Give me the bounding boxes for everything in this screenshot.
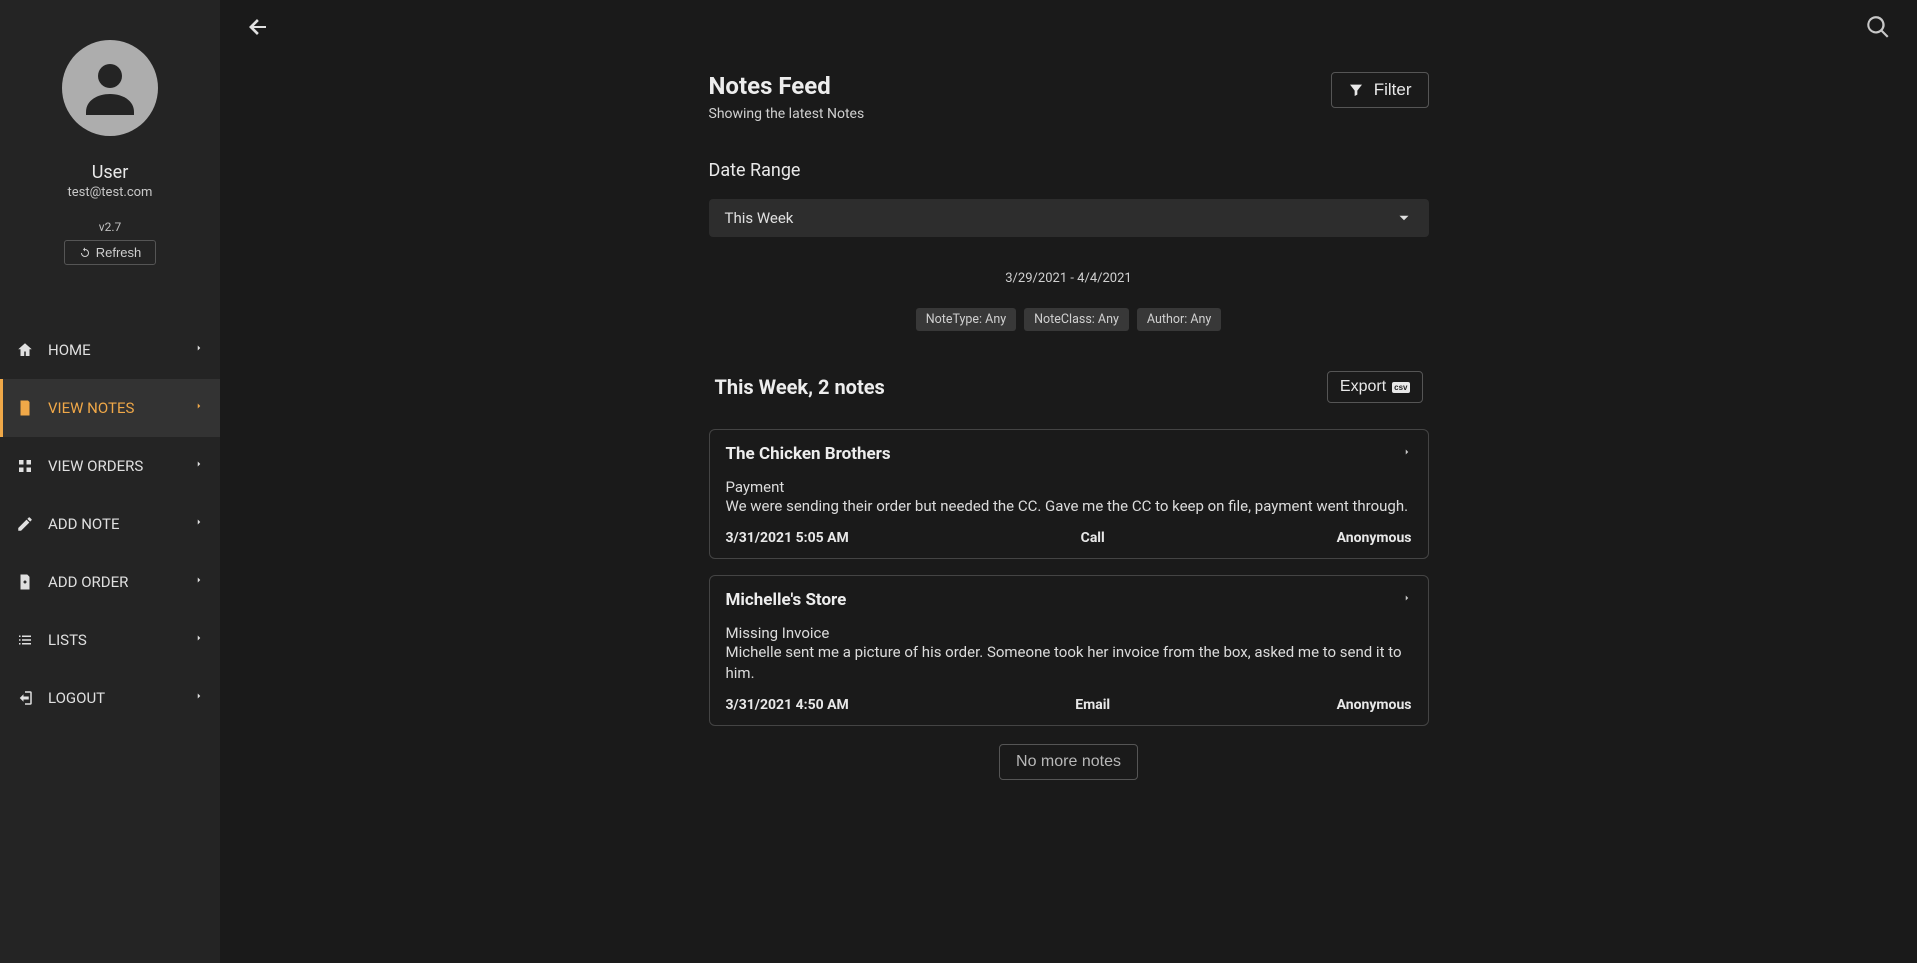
main: Notes Feed Showing the latest Notes Filt… [220,0,1917,963]
sidebar-nav: HOME VIEW NOTES VIEW ORDERS ADD NOTE ADD ORD… [0,321,220,727]
note-body: We were sending their order but needed t… [726,496,1412,516]
sidebar-item-lists[interactable]: LISTS [0,611,220,669]
note-title: Michelle's Store [726,590,847,610]
note-date: 3/31/2021 5:05 AM [726,530,849,546]
notes-icon [16,399,34,417]
note-card[interactable]: Michelle's Store Missing InvoiceMichelle … [709,575,1429,726]
note-card[interactable]: The Chicken Brothers PaymentWe were sendi… [709,429,1429,559]
orders-icon [16,457,34,475]
note-title: The Chicken Brothers [726,444,891,464]
filter-icon [1348,82,1364,98]
home-icon [16,341,34,359]
logout-icon [16,689,34,707]
export-label: Export [1340,378,1386,396]
chevron-right-icon [194,573,204,591]
note-body: Michelle sent me a picture of his order.… [726,642,1412,683]
page-header: Notes Feed Showing the latest Notes Filt… [709,72,1429,122]
add-note-icon [16,515,34,533]
note-subtitle: Payment [726,478,1412,496]
refresh-button[interactable]: Refresh [64,240,157,265]
date-range-label: Date Range [709,160,1429,181]
sidebar-item-label: VIEW NOTES [48,399,194,417]
note-type: Email [1075,697,1110,713]
chevron-right-icon [194,689,204,707]
topbar [220,0,1917,44]
user-email: test@test.com [68,185,153,200]
notes-list: The Chicken Brothers PaymentWe were sendi… [709,429,1429,726]
sidebar-item-add-order[interactable]: ADD ORDER [0,553,220,611]
filter-badge[interactable]: Author: Any [1137,308,1221,331]
date-range-select[interactable]: This Week [709,199,1429,237]
username: User [92,162,129,183]
chevron-right-icon [194,457,204,475]
sidebar-item-label: ADD ORDER [48,573,194,591]
sidebar-item-home[interactable]: HOME [0,321,220,379]
page-subtitle: Showing the latest Notes [709,106,865,122]
results-title: This Week, 2 notes [715,375,885,399]
search-icon [1865,14,1891,40]
date-range-value: This Week [725,209,794,227]
note-author: Anonymous [1337,697,1412,713]
sidebar-item-logout[interactable]: LOGOUT [0,669,220,727]
date-range-text: 3/29/2021 - 4/4/2021 [709,271,1429,286]
results-header: This Week, 2 notes Export csv [709,371,1429,403]
chevron-right-icon [1402,444,1412,464]
chevron-right-icon [194,515,204,533]
back-button[interactable] [246,15,270,43]
sidebar-item-label: LISTS [48,631,194,649]
filter-label: Filter [1374,80,1412,100]
chevron-down-icon [1395,209,1413,227]
content: Notes Feed Showing the latest Notes Filt… [709,72,1429,780]
no-more-button[interactable]: No more notes [999,744,1138,780]
note-author: Anonymous [1337,530,1412,546]
avatar-icon [74,52,146,124]
sidebar-item-view-notes[interactable]: VIEW NOTES [0,379,220,437]
app-version: v2.7 [99,220,121,234]
filter-badges: NoteType: Any NoteClass: Any Author: Any [709,308,1429,331]
chevron-right-icon [194,341,204,359]
note-subtitle: Missing Invoice [726,624,1412,642]
sidebar-item-label: VIEW ORDERS [48,457,194,475]
sidebar-profile: User test@test.com v2.7 Refresh [0,0,220,285]
sidebar: User test@test.com v2.7 Refresh HOME VIEW… [0,0,220,963]
sidebar-item-label: HOME [48,341,194,359]
refresh-icon [79,247,91,259]
export-button[interactable]: Export csv [1327,371,1423,403]
back-arrow-icon [246,15,270,39]
add-order-icon [16,573,34,591]
lists-icon [16,631,34,649]
page-title: Notes Feed [709,72,865,100]
sidebar-item-label: ADD NOTE [48,515,194,533]
chevron-right-icon [194,631,204,649]
note-type: Call [1081,530,1105,546]
sidebar-item-view-orders[interactable]: VIEW ORDERS [0,437,220,495]
csv-icon: csv [1392,382,1409,393]
search-button[interactable] [1865,14,1891,44]
note-date: 3/31/2021 4:50 AM [726,697,849,713]
refresh-label: Refresh [96,245,142,260]
filter-badge[interactable]: NoteType: Any [916,308,1016,331]
filter-badge[interactable]: NoteClass: Any [1024,308,1129,331]
avatar [62,40,158,136]
filter-button[interactable]: Filter [1331,72,1429,108]
chevron-right-icon [1402,590,1412,610]
sidebar-item-add-note[interactable]: ADD NOTE [0,495,220,553]
sidebar-item-label: LOGOUT [48,689,194,707]
chevron-right-icon [194,399,204,417]
